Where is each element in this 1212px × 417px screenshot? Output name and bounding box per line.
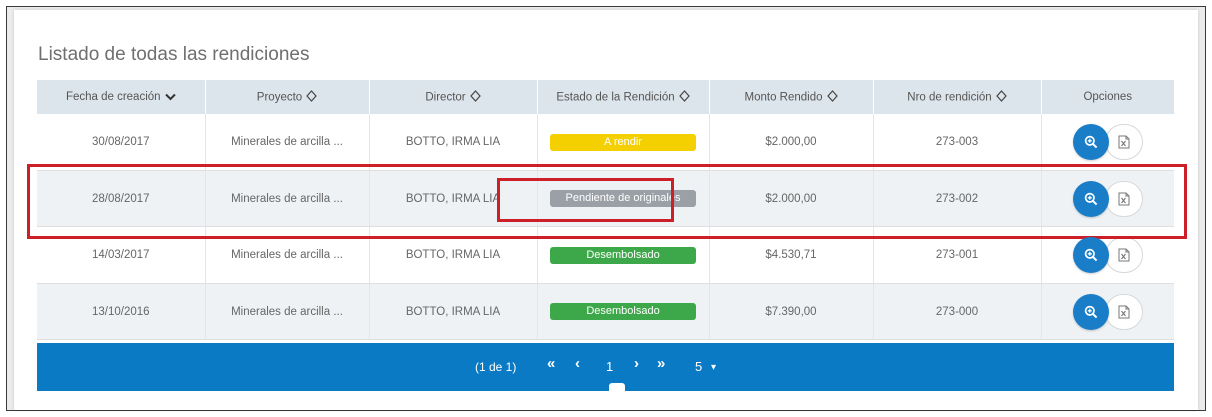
cell-proyecto: Minerales de arcilla ...: [205, 283, 370, 340]
table-row[interactable]: 14/03/2017 Minerales de arcilla ... BOTT…: [37, 226, 1175, 284]
cell-director: BOTTO, IRMA LIA: [369, 226, 538, 284]
cell-estado: Pendiente de originales: [537, 170, 710, 227]
excel-file-icon: [1118, 192, 1130, 205]
cell-nro: 273-001: [873, 226, 1042, 284]
cell-opciones: [1041, 283, 1175, 340]
row-options: [1042, 237, 1175, 273]
sort-icon[interactable]: [306, 89, 317, 105]
excel-file-icon: [1118, 305, 1130, 318]
view-detail-button[interactable]: [1072, 237, 1109, 273]
pagination-summary: (1 de 1): [475, 360, 517, 374]
column-header-proyecto[interactable]: Proyecto: [205, 80, 370, 114]
column-header-fecha[interactable]: Fecha de creación: [37, 80, 206, 114]
page-title: Listado de todas las rendiciones: [38, 44, 310, 65]
cell-fecha: 28/08/2017: [37, 170, 206, 227]
chevron-down-icon[interactable]: [164, 90, 176, 104]
column-header-label: Director: [425, 91, 466, 104]
page-size-dropdown-icon[interactable]: ▾: [711, 361, 716, 375]
cell-nro: 273-002: [873, 170, 1042, 227]
page-size-value[interactable]: 5: [695, 360, 702, 374]
view-detail-button[interactable]: [1072, 180, 1109, 217]
status-badge: A rendir: [550, 133, 696, 151]
export-excel-button[interactable]: [1104, 180, 1143, 217]
column-header-opciones: Opciones: [1041, 80, 1174, 114]
column-header-label: Proyecto: [256, 91, 303, 104]
zoom-in-icon: [1084, 305, 1098, 318]
export-excel-button[interactable]: [1104, 237, 1143, 273]
cell-proyecto: Minerales de arcilla ...: [205, 170, 370, 227]
row-options: [1042, 180, 1175, 217]
table-row[interactable]: 13/10/2016 Minerales de arcilla ... BOTT…: [37, 283, 1175, 340]
cell-proyecto: Minerales de arcilla ...: [205, 226, 370, 284]
row-options: [1042, 124, 1175, 160]
column-header-monto[interactable]: Monto Rendido: [709, 80, 874, 114]
column-header-nro[interactable]: Nro de rendición: [873, 80, 1042, 114]
cell-opciones: [1041, 114, 1174, 171]
sort-icon[interactable]: [678, 89, 690, 105]
cell-monto: $7.390,00: [709, 283, 874, 340]
current-page-button[interactable]: 1: [606, 360, 613, 374]
excel-file-icon: [1118, 248, 1130, 262]
column-header-label: Nro de rendición: [907, 91, 992, 104]
cell-opciones: [1041, 170, 1175, 227]
sort-icon[interactable]: [995, 89, 1007, 105]
first-page-button[interactable]: «: [547, 356, 555, 371]
status-badge: Pendiente de originales: [550, 190, 696, 207]
column-header-director[interactable]: Director: [369, 80, 538, 114]
view-detail-button[interactable]: [1072, 293, 1109, 330]
sort-icon[interactable]: [826, 89, 838, 105]
cell-director: BOTTO, IRMA LIA: [369, 170, 538, 227]
table-row[interactable]: 30/08/2017 Minerales de arcilla ... BOTT…: [37, 114, 1174, 171]
cell-monto: $2.000,00: [709, 114, 874, 171]
column-header-label: Monto Rendido: [744, 91, 823, 104]
cell-fecha: 14/03/2017: [37, 226, 206, 284]
zoom-in-icon: [1084, 135, 1098, 149]
cell-estado: Desembolsado: [537, 283, 710, 340]
column-header-estado[interactable]: Estado de la Rendición: [537, 80, 710, 114]
zoom-in-icon: [1084, 248, 1098, 262]
status-badge: Desembolsado: [550, 246, 696, 264]
cell-proyecto: Minerales de arcilla ...: [205, 114, 370, 171]
column-header-label: Fecha de creación: [65, 91, 161, 104]
pagination-bar: (1 de 1) « ‹ 1 › » 5 ▾: [37, 343, 1174, 391]
cell-director: BOTTO, IRMA LIA: [369, 114, 538, 171]
row-options: [1042, 293, 1175, 330]
cell-monto: $2.000,00: [709, 170, 874, 227]
column-header-label: Opciones: [1083, 91, 1133, 103]
table-header-row: Fecha de creación Proyecto Director Esta…: [37, 80, 1174, 114]
cell-nro: 273-000: [873, 283, 1042, 340]
sort-icon[interactable]: [469, 89, 481, 105]
excel-file-icon: [1118, 135, 1130, 149]
cell-nro: 273-003: [873, 114, 1042, 171]
status-badge: Desembolsado: [550, 303, 696, 320]
view-detail-button[interactable]: [1072, 124, 1109, 160]
cell-fecha: 30/08/2017: [37, 114, 206, 171]
cell-opciones: [1041, 226, 1175, 284]
rendiciones-table: Fecha de creación Proyecto Director Esta…: [37, 80, 1174, 340]
cell-monto: $4.530,71: [709, 226, 874, 284]
zoom-in-icon: [1084, 192, 1098, 205]
column-header-label: Estado de la Rendición: [556, 91, 675, 104]
cell-director: BOTTO, IRMA LIA: [369, 283, 538, 340]
export-excel-button[interactable]: [1104, 293, 1143, 330]
cell-estado: A rendir: [537, 114, 710, 171]
last-page-button[interactable]: »: [657, 356, 665, 371]
cell-fecha: 13/10/2016: [37, 283, 206, 340]
next-page-button[interactable]: ›: [634, 356, 639, 371]
cell-estado: Desembolsado: [537, 226, 710, 284]
prev-page-button[interactable]: ‹: [575, 356, 580, 371]
table-row[interactable]: 28/08/2017 Minerales de arcilla ... BOTT…: [37, 170, 1175, 227]
export-excel-button[interactable]: [1104, 124, 1143, 160]
current-page-indicator: [609, 383, 625, 391]
